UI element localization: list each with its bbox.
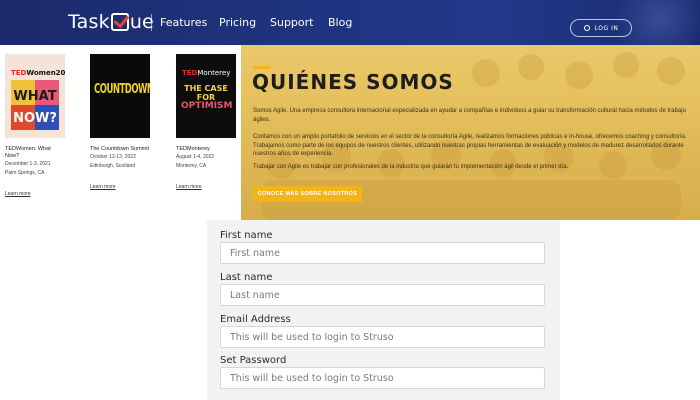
top-navbar: Task ue Features Pricing Support Blog LO… xyxy=(0,0,700,45)
learn-more-link[interactable]: Learn more xyxy=(176,184,236,190)
nav-link-features[interactable]: Features xyxy=(160,16,207,29)
ted-brand-label: TEDWomen2021 xyxy=(11,69,65,77)
ted-events-list: TEDWomen2021 WHAT NOW? TEDWomen: What No… xyxy=(0,45,241,220)
about-paragraph: Somos Agile. Una empresa consultora inte… xyxy=(253,108,686,123)
art-text-line: WHAT xyxy=(13,89,56,104)
optimism-artwork: THE CASE FOR OPTIMISM xyxy=(181,84,233,111)
password-label: Set Password xyxy=(220,355,287,366)
about-paragraph: Trabajar con Agile es trabajar con profe… xyxy=(253,164,569,170)
art-text-line: OPTIMISM xyxy=(181,101,233,111)
learn-more-link[interactable]: Learn more xyxy=(90,184,150,190)
heading-accent-bar xyxy=(253,66,271,69)
checkbox-logo-icon xyxy=(110,13,129,31)
event-location: Monterey, CA xyxy=(176,163,207,169)
about-paragraph: Contamos con un amplio portafolio de ser… xyxy=(253,134,687,157)
countdown-artwork: COUNTDOWN xyxy=(94,82,150,98)
event-card[interactable]: TEDMonterey THE CASE FOR OPTIMISM TEDMon… xyxy=(176,54,236,190)
nav-link-support[interactable]: Support xyxy=(270,16,313,29)
password-input[interactable] xyxy=(220,367,545,389)
first-name-input[interactable] xyxy=(220,242,545,264)
what-now-artwork: WHAT NOW? xyxy=(11,80,59,130)
learn-more-link[interactable]: Learn more xyxy=(5,191,65,197)
last-name-label: Last name xyxy=(220,272,273,283)
signup-form: First name Last name Email Address Set P… xyxy=(207,220,560,400)
email-input[interactable] xyxy=(220,326,545,348)
art-text-line: NOW? xyxy=(13,111,57,126)
event-dates: December 1-3, 2021 xyxy=(5,161,51,167)
event-dates: October 12-13, 2022 xyxy=(90,154,136,160)
login-label: LOG IN xyxy=(594,24,619,32)
event-card[interactable]: COUNTDOWN The Countdown Summit October 1… xyxy=(90,54,150,190)
logo-divider xyxy=(151,14,152,31)
event-thumbnail[interactable]: TEDWomen2021 WHAT NOW? xyxy=(5,54,65,138)
event-thumbnail[interactable]: COUNTDOWN xyxy=(90,54,150,138)
login-button[interactable]: LOG IN xyxy=(570,19,632,37)
email-label: Email Address xyxy=(220,314,291,325)
event-card[interactable]: TEDWomen2021 WHAT NOW? TEDWomen: What No… xyxy=(5,54,65,197)
logo-prefix: Task xyxy=(68,11,110,33)
user-icon xyxy=(583,25,590,31)
nav-link-blog[interactable]: Blog xyxy=(328,16,352,29)
event-thumbnail[interactable]: TEDMonterey THE CASE FOR OPTIMISM xyxy=(176,54,236,138)
taskque-logo[interactable]: Task ue xyxy=(68,10,154,34)
event-title: TEDWomen: What Now? xyxy=(5,146,51,159)
nav-link-pricing[interactable]: Pricing xyxy=(219,16,256,29)
event-location: Edinburgh, Scotland xyxy=(90,163,136,169)
about-heading: QUIÉNES SOMOS xyxy=(252,70,454,94)
event-location: Palm Springs, CA xyxy=(5,170,45,176)
last-name-input[interactable] xyxy=(220,284,545,306)
event-title: The Countdown Summit xyxy=(90,146,149,152)
about-section: QUIÉNES SOMOS Somos Agile. Una empresa c… xyxy=(241,45,700,220)
event-dates: August 1-4, 2022 xyxy=(176,154,215,160)
first-name-label: First name xyxy=(220,230,273,241)
learn-more-about-us-button[interactable]: CONOCE MÁS SOBRE NOSOTROS xyxy=(253,186,362,202)
ted-brand-label: TEDMonterey xyxy=(182,69,231,77)
art-text-line: THE CASE FOR xyxy=(184,84,228,102)
event-title: TEDMonterey xyxy=(176,146,210,152)
